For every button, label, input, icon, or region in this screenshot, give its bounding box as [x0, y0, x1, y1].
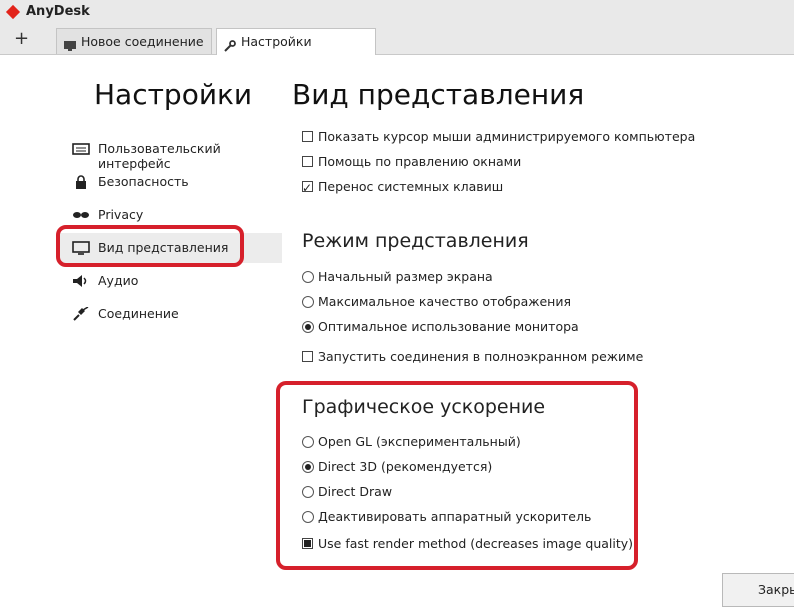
sidebar-item-audio[interactable]: Аудио	[58, 266, 282, 296]
display-mode-radio[interactable]	[302, 271, 314, 283]
window-help-checkbox[interactable]	[302, 156, 313, 167]
highlight-box	[276, 381, 638, 570]
new-tab-button[interactable]: +	[14, 28, 29, 49]
sidebar-item-label: Privacy	[98, 207, 144, 222]
app-title: AnyDesk	[26, 4, 90, 19]
tab-label: Новое соединение	[81, 34, 204, 49]
check-icon: ✓	[302, 181, 313, 195]
sidebar-item-label: Безопасность	[98, 174, 189, 189]
lock-icon	[72, 175, 90, 189]
title-bar	[0, 0, 794, 24]
fullscreen-checkbox[interactable]	[302, 351, 313, 362]
display-mode-radio[interactable]	[302, 296, 314, 308]
tab-settings[interactable]: Настройки	[216, 28, 376, 55]
sidebar-item-connection[interactable]: Соединение	[58, 299, 282, 329]
sidebar-item-ui[interactable]: Пользовательский интерфейс	[58, 134, 282, 171]
display-mode-radio[interactable]	[302, 321, 314, 333]
highlight-box	[56, 225, 244, 267]
tab-label: Настройки	[241, 34, 312, 49]
monitor-icon	[63, 35, 77, 51]
wrench-icon	[223, 35, 237, 52]
tab-new-connection[interactable]: Новое соединение	[56, 28, 212, 54]
display-mode-heading: Режим представления	[302, 230, 529, 252]
keyboard-icon	[72, 142, 90, 156]
sidebar-item-security[interactable]: Безопасность	[58, 167, 282, 197]
section-title: Вид представления	[292, 78, 585, 111]
sidebar-item-label: Соединение	[98, 306, 179, 321]
show-cursor-checkbox[interactable]	[302, 131, 313, 142]
page-title: Настройки	[94, 78, 253, 111]
glasses-icon	[72, 208, 90, 222]
speaker-icon	[72, 274, 90, 288]
plug-icon	[72, 306, 90, 321]
sidebar-item-label: Аудио	[98, 273, 139, 288]
system-keys-checkbox[interactable]: ✓	[302, 181, 313, 195]
close-button[interactable]: Закрыть	[722, 573, 794, 607]
